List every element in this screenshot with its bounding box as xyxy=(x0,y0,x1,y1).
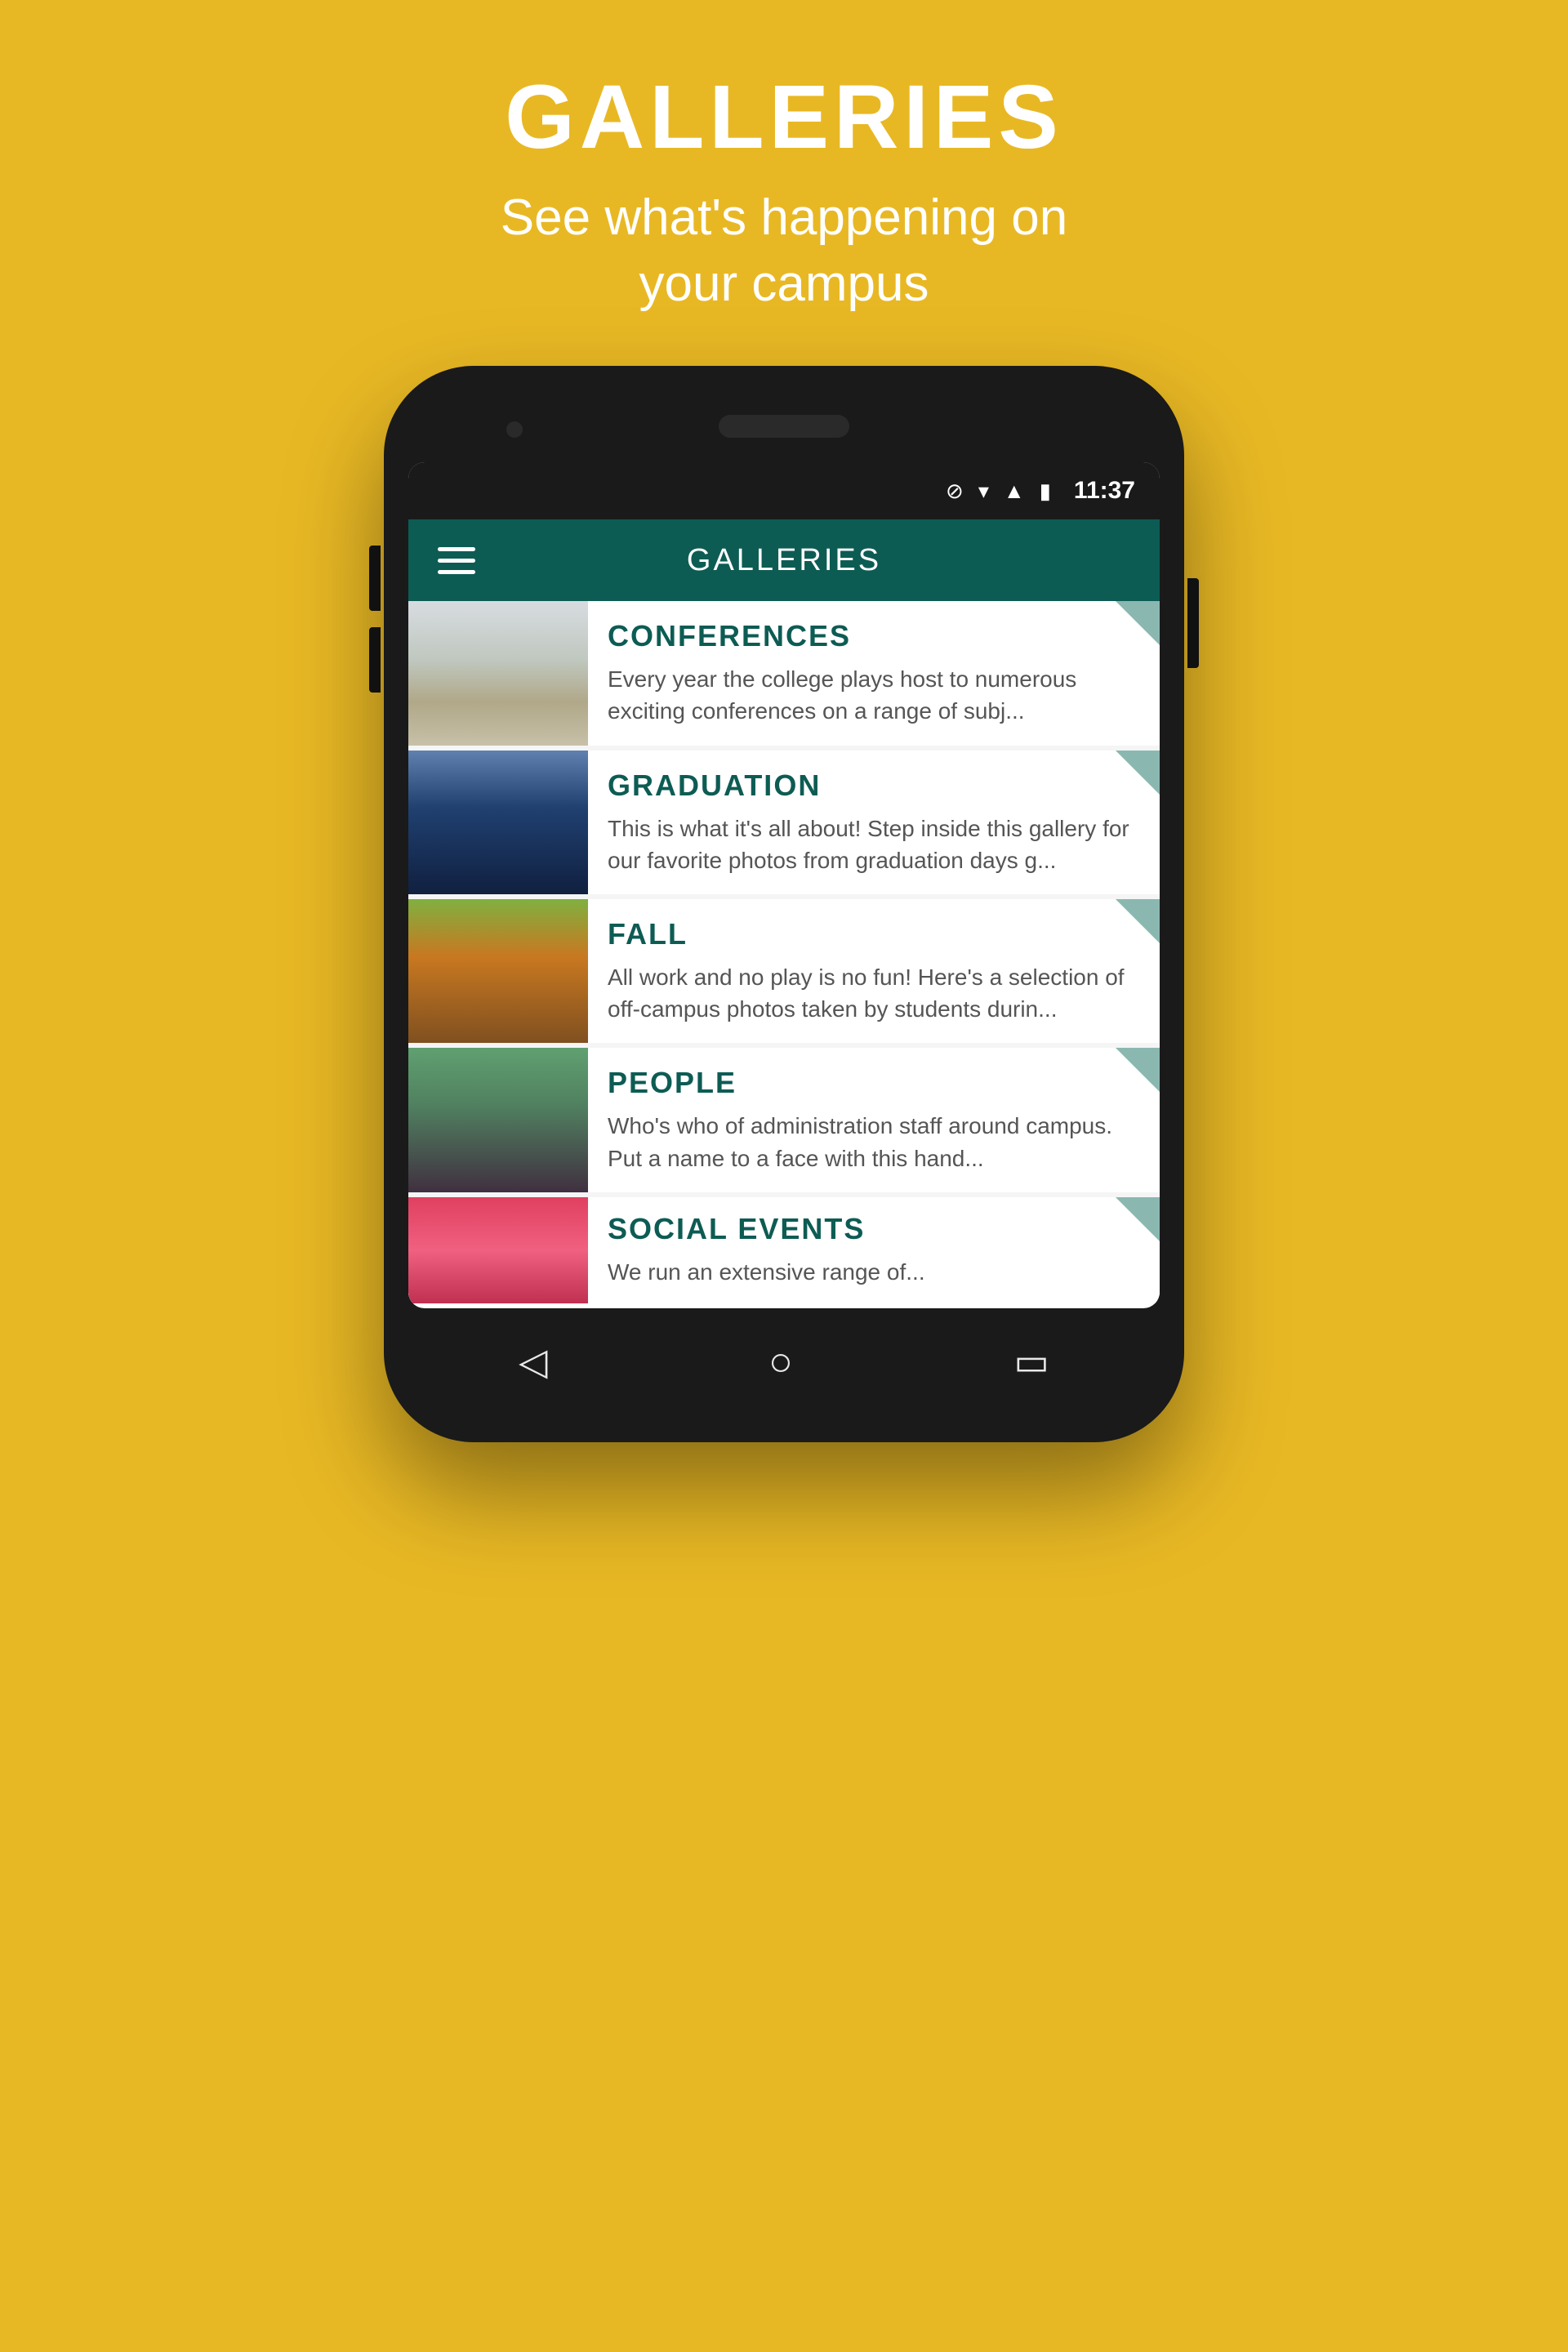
menu-line-3 xyxy=(438,570,475,574)
menu-line-2 xyxy=(438,559,475,563)
volume-button-1 xyxy=(369,546,381,611)
page-header: GALLERIES See what's happening onyour ca… xyxy=(501,0,1067,317)
gallery-item-people[interactable]: PEOPLE Who's who of administration staff… xyxy=(408,1048,1160,1192)
item-desc-conferences: Every year the college plays host to num… xyxy=(608,663,1143,727)
item-content-social: SOCIAL EVENTS We run an extensive range … xyxy=(588,1197,1160,1303)
nav-back-button[interactable] xyxy=(519,1339,547,1383)
no-sim-icon: ⊘ xyxy=(946,479,964,504)
item-title-fall: FALL xyxy=(608,917,1143,951)
item-image-social xyxy=(408,1197,588,1303)
gallery-item-fall[interactable]: FALL All work and no play is no fun! Her… xyxy=(408,899,1160,1043)
page-subtitle: See what's happening onyour campus xyxy=(501,185,1067,317)
item-content-fall: FALL All work and no play is no fun! Her… xyxy=(588,899,1160,1043)
phone-screen: ⊘ ▾ ▲ ▮ 11:37 GALLERIES xyxy=(408,462,1160,1308)
thumb-scene-social xyxy=(408,1197,588,1303)
phone-bottom-nav xyxy=(408,1308,1160,1393)
corner-bookmark-people xyxy=(1116,1048,1160,1092)
item-desc-people: Who's who of administration staff around… xyxy=(608,1110,1143,1174)
item-title-social: SOCIAL EVENTS xyxy=(608,1212,1143,1246)
item-title-conferences: CONFERENCES xyxy=(608,619,1143,653)
gallery-item-conferences[interactable]: CONFERENCES Every year the college plays… xyxy=(408,601,1160,745)
phone-camera xyxy=(506,421,523,438)
status-time: 11:37 xyxy=(1074,477,1135,505)
phone-top-bezel xyxy=(408,399,1160,462)
menu-button[interactable] xyxy=(438,547,475,574)
thumb-scene-people xyxy=(408,1048,588,1192)
thumb-scene-fall xyxy=(408,899,588,1043)
app-bar-title: GALLERIES xyxy=(508,543,1060,578)
corner-bookmark-conferences xyxy=(1116,601,1160,645)
item-title-people: PEOPLE xyxy=(608,1066,1143,1100)
battery-icon: ▮ xyxy=(1040,479,1051,504)
item-title-graduation: GRADUATION xyxy=(608,768,1143,803)
thumb-scene-conferences xyxy=(408,601,588,745)
item-image-people xyxy=(408,1048,588,1192)
item-image-graduation xyxy=(408,751,588,894)
gallery-item-social-events[interactable]: SOCIAL EVENTS We run an extensive range … xyxy=(408,1197,1160,1303)
menu-line-1 xyxy=(438,547,475,551)
volume-button-2 xyxy=(369,627,381,693)
item-desc-fall: All work and no play is no fun! Here's a… xyxy=(608,961,1143,1025)
status-bar: ⊘ ▾ ▲ ▮ 11:37 xyxy=(408,462,1160,519)
item-desc-graduation: This is what it's all about! Step inside… xyxy=(608,813,1143,876)
corner-bookmark-graduation xyxy=(1116,751,1160,795)
phone-shell: ⊘ ▾ ▲ ▮ 11:37 GALLERIES xyxy=(384,366,1184,1442)
signal-icon: ▲ xyxy=(1004,479,1025,504)
nav-recents-button[interactable] xyxy=(1013,1339,1049,1383)
item-content-conferences: CONFERENCES Every year the college plays… xyxy=(588,601,1160,745)
gallery-list: CONFERENCES Every year the college plays… xyxy=(408,601,1160,1303)
item-content-people: PEOPLE Who's who of administration staff… xyxy=(588,1048,1160,1192)
wifi-icon: ▾ xyxy=(978,479,989,504)
corner-bookmark-social xyxy=(1116,1197,1160,1241)
page-title: GALLERIES xyxy=(501,65,1067,169)
item-image-fall xyxy=(408,899,588,1043)
item-image-conferences xyxy=(408,601,588,745)
phone-speaker xyxy=(719,415,849,438)
item-content-graduation: GRADUATION This is what it's all about! … xyxy=(588,751,1160,894)
app-bar: GALLERIES xyxy=(408,519,1160,601)
nav-home-button[interactable] xyxy=(768,1338,793,1385)
power-button xyxy=(1187,578,1199,668)
item-desc-social: We run an extensive range of... xyxy=(608,1256,1143,1288)
gallery-item-graduation[interactable]: GRADUATION This is what it's all about! … xyxy=(408,751,1160,894)
thumb-scene-graduation xyxy=(408,751,588,894)
corner-bookmark-fall xyxy=(1116,899,1160,943)
